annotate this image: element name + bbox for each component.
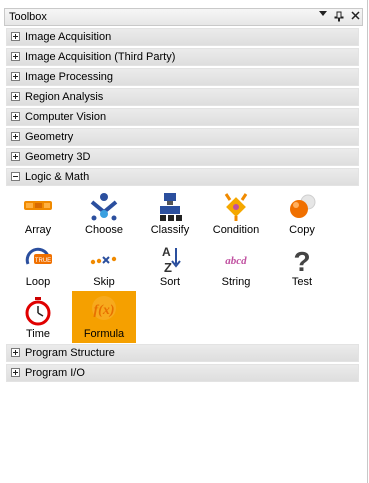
tool-label: Formula (83, 328, 125, 340)
tool-label: Skip (93, 276, 115, 288)
expand-icon[interactable] (11, 348, 20, 357)
tool-skip[interactable]: Skip (72, 242, 136, 292)
category-label: Geometry (25, 131, 74, 143)
toolbox-titlebar: Toolbox (4, 8, 363, 26)
pin-icon[interactable] (332, 10, 346, 24)
tool-label: Classify (150, 224, 190, 236)
svg-text:abcd: abcd (225, 255, 247, 267)
category-logic-math[interactable]: Logic & Math (6, 168, 359, 186)
category-image-processing[interactable]: Image Processing (6, 68, 359, 86)
tool-label: String (221, 276, 251, 288)
dropdown-arrow-icon[interactable] (316, 10, 330, 24)
toolbox-title: Toolbox (9, 11, 47, 23)
category-label: Region Analysis (25, 91, 104, 103)
expand-icon[interactable] (11, 152, 20, 161)
category-label: Image Acquisition (25, 31, 112, 43)
category-label: Image Processing (25, 71, 114, 83)
tool-label: Array (24, 224, 52, 236)
category-label: Geometry 3D (25, 151, 91, 163)
category-program-io[interactable]: Program I/O (6, 364, 359, 382)
tool-label: Condition (212, 224, 260, 236)
skip-icon (90, 256, 117, 265)
copy-icon (290, 194, 316, 218)
category-label: Program Structure (25, 347, 115, 359)
tool-time[interactable]: Time (6, 294, 70, 344)
svg-text:Z: Z (164, 260, 172, 274)
expand-icon[interactable] (11, 52, 20, 61)
time-icon (25, 297, 51, 326)
expand-icon[interactable] (11, 72, 20, 81)
category-computer-vision[interactable]: Computer Vision (6, 108, 359, 126)
category-region-analysis[interactable]: Region Analysis (6, 88, 359, 106)
string-icon: abcd (225, 255, 247, 267)
tool-label: Test (291, 276, 313, 288)
close-icon[interactable] (348, 10, 362, 24)
tool-loop[interactable]: TRUE Loop (6, 242, 70, 292)
category-label: Computer Vision (25, 111, 107, 123)
expand-icon[interactable] (11, 92, 20, 101)
array-icon (24, 201, 52, 210)
tool-label: Choose (85, 224, 123, 236)
svg-text:TRUE: TRUE (35, 258, 51, 264)
classify-icon (160, 193, 182, 221)
tool-classify[interactable]: Classify (138, 190, 202, 240)
condition-icon (224, 193, 248, 221)
toolbox-panel: Toolbox Image Acquisition Image Acquisit… (0, 0, 368, 483)
tool-string[interactable]: abcd String (204, 242, 268, 292)
choose-icon (90, 193, 118, 221)
category-image-acquisition[interactable]: Image Acquisition (6, 28, 359, 46)
tool-label: Copy (289, 224, 315, 236)
expand-icon[interactable] (11, 368, 20, 377)
tool-condition[interactable]: Condition (204, 190, 268, 240)
tool-label: Time (25, 328, 51, 340)
collapse-icon[interactable] (11, 172, 20, 181)
formula-icon: f(x) (92, 296, 116, 320)
tool-sort[interactable]: A Z Sort (138, 242, 202, 292)
tool-test[interactable]: ? Test (270, 242, 334, 292)
category-label: Program I/O (25, 367, 85, 379)
svg-text:?: ? (293, 246, 310, 274)
tool-copy[interactable]: Copy (270, 190, 334, 240)
tool-array[interactable]: Array (6, 190, 70, 240)
svg-text:f(x): f(x) (94, 303, 115, 318)
svg-text:A: A (162, 245, 171, 259)
expand-icon[interactable] (11, 32, 20, 41)
expand-icon[interactable] (11, 112, 20, 121)
category-geometry[interactable]: Geometry (6, 128, 359, 146)
category-image-acquisition-third-party[interactable]: Image Acquisition (Third Party) (6, 48, 359, 66)
category-label: Logic & Math (25, 171, 90, 183)
tool-formula[interactable]: f(x) Formula (72, 291, 136, 343)
tool-label: Loop (25, 276, 51, 288)
tool-label: Sort (159, 276, 181, 288)
tool-choose[interactable]: Choose (72, 190, 136, 240)
loop-icon: TRUE (25, 247, 52, 265)
sort-icon: A Z (162, 245, 181, 274)
test-icon: ? (293, 246, 310, 274)
category-program-structure[interactable]: Program Structure (6, 344, 359, 362)
expand-icon[interactable] (11, 132, 20, 141)
category-geometry-3d[interactable]: Geometry 3D (6, 148, 359, 166)
category-label: Image Acquisition (Third Party) (25, 51, 176, 63)
